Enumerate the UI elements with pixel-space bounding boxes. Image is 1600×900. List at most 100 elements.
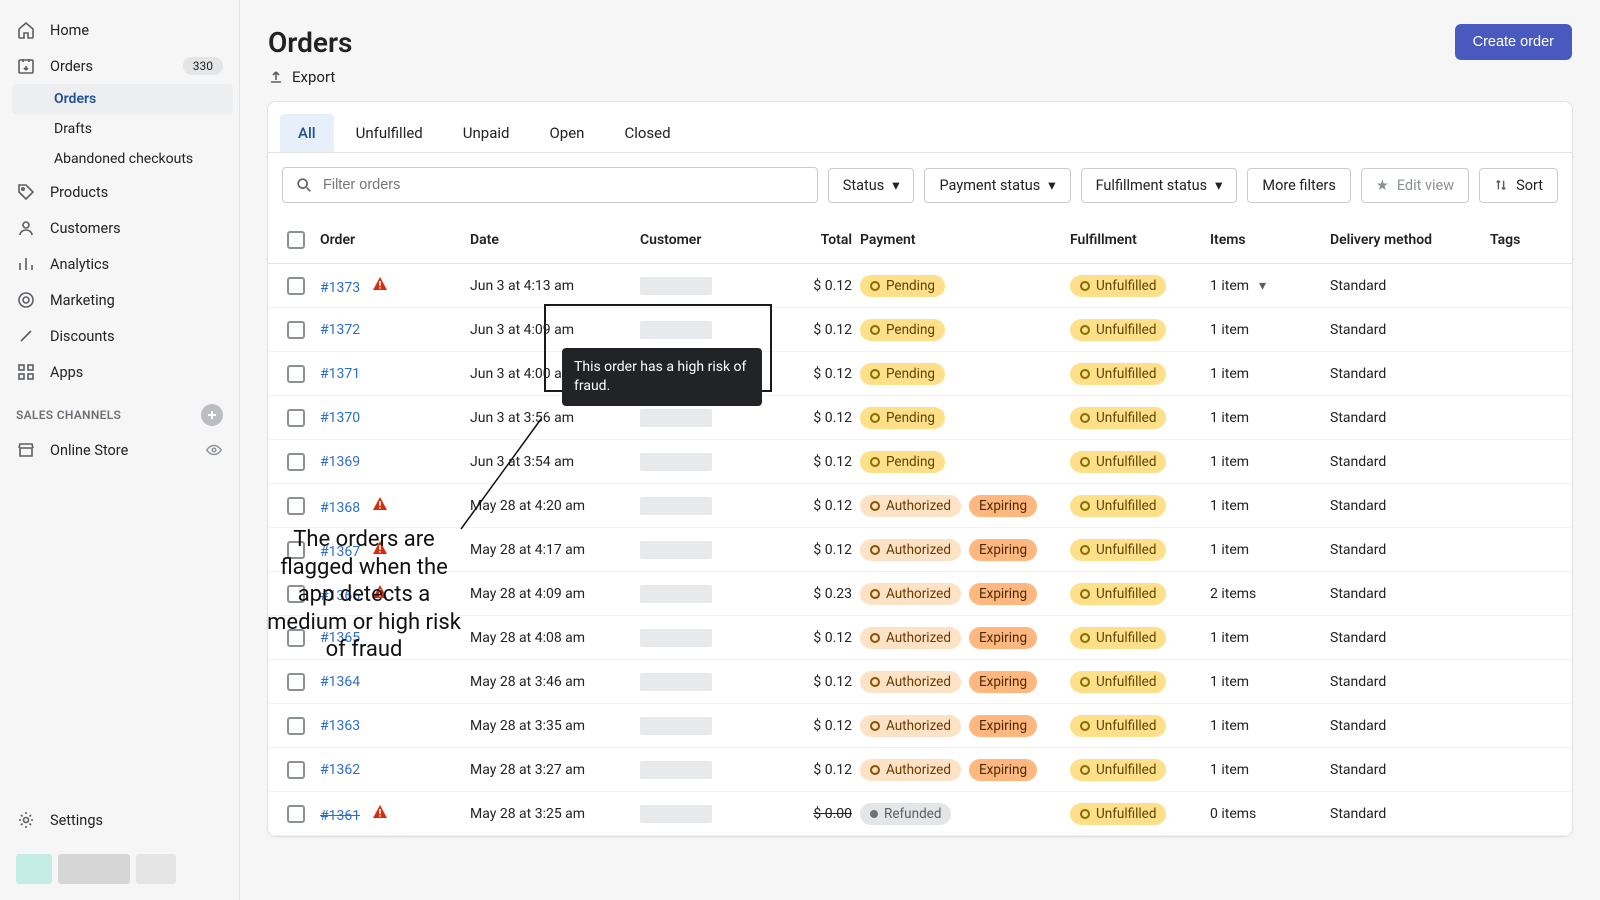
add-channel-button[interactable] [201, 404, 223, 426]
row-checkbox[interactable] [287, 409, 305, 427]
expiring-badge: Expiring [969, 539, 1037, 561]
filter-fulfillment-status[interactable]: Fulfillment status▾ [1081, 168, 1238, 203]
subnav-abandoned[interactable]: Abandoned checkouts [6, 144, 239, 174]
fulfillment-badge: Unfulfilled [1070, 583, 1166, 605]
fraud-warning-icon[interactable] [372, 276, 388, 292]
tab-unfulfilled[interactable]: Unfulfilled [338, 114, 441, 152]
analytics-icon [16, 254, 36, 274]
payment-badge: Authorized [860, 759, 961, 781]
table-row[interactable]: #1364May 28 at 3:46 am$ 0.12AuthorizedEx… [268, 660, 1572, 704]
nav-customers[interactable]: Customers [0, 210, 239, 246]
tab-all[interactable]: All [280, 114, 334, 152]
orders-icon [16, 56, 36, 76]
table-header: Order Date Customer Total Payment Fulfil… [268, 217, 1572, 264]
edit-view-button[interactable]: ★Edit view [1361, 168, 1469, 203]
nav-online-store[interactable]: Online Store [0, 432, 239, 468]
payment-badge: Authorized [860, 627, 961, 649]
items-count: 1 item [1210, 278, 1249, 294]
expiring-badge: Expiring [969, 627, 1037, 649]
table-row[interactable]: #1368May 28 at 4:20 am$ 0.12AuthorizedEx… [268, 484, 1572, 528]
items-count: 1 item [1210, 454, 1249, 470]
subnav-orders[interactable]: Orders [12, 84, 233, 114]
nav-orders[interactable]: Orders 330 [0, 48, 239, 84]
table-row[interactable]: #1363May 28 at 3:35 am$ 0.12AuthorizedEx… [268, 704, 1572, 748]
table-row[interactable]: #1370Jun 3 at 3:56 am$ 0.12PendingUnfulf… [268, 396, 1572, 440]
customer-placeholder [640, 409, 712, 427]
table-row[interactable]: #1371Jun 3 at 4:00 am$ 0.12PendingUnfulf… [268, 352, 1572, 396]
fraud-warning-icon[interactable] [372, 496, 388, 512]
fraud-tooltip: This order has a high risk of fraud. [562, 348, 762, 406]
nav-marketing[interactable]: Marketing [0, 282, 239, 318]
nav-apps[interactable]: Apps [0, 354, 239, 390]
chevron-down-icon: ▾ [892, 177, 899, 194]
select-all-checkbox[interactable] [287, 231, 305, 249]
order-link[interactable]: #1364 [320, 674, 360, 690]
col-date: Date [470, 232, 640, 248]
items-count: 1 item [1210, 322, 1249, 338]
date-cell: May 28 at 4:08 am [470, 630, 640, 646]
order-link[interactable]: #1370 [320, 410, 360, 426]
order-link[interactable]: #1372 [320, 322, 360, 338]
total-cell: $ 0.12 [780, 498, 860, 514]
order-link[interactable]: #1362 [320, 762, 360, 778]
home-icon [16, 20, 36, 40]
date-cell: Jun 3 at 4:09 am [470, 322, 640, 338]
tabs: All Unfulfilled Unpaid Open Closed [268, 102, 1572, 153]
table-row[interactable]: #1369Jun 3 at 3:54 am$ 0.12PendingUnfulf… [268, 440, 1572, 484]
order-link[interactable]: #1363 [320, 718, 360, 734]
order-link[interactable]: #1368 [320, 500, 360, 516]
tab-unpaid[interactable]: Unpaid [445, 114, 528, 152]
row-checkbox[interactable] [287, 717, 305, 735]
payment-badge: Authorized [860, 671, 961, 693]
create-order-button[interactable]: Create order [1455, 24, 1572, 60]
items-expand-icon[interactable]: ▾ [1259, 278, 1266, 294]
export-button[interactable]: Export [268, 64, 1572, 102]
order-link[interactable]: #1373 [320, 280, 360, 296]
customer-placeholder [640, 673, 712, 691]
fraud-warning-icon[interactable] [372, 804, 388, 820]
search-box[interactable] [282, 167, 818, 203]
total-cell: $ 0.12 [780, 322, 860, 338]
more-filters-button[interactable]: More filters [1247, 168, 1350, 203]
nav-products[interactable]: Products [0, 174, 239, 210]
order-link[interactable]: #1369 [320, 454, 360, 470]
order-link[interactable]: #1361 [320, 808, 360, 824]
col-items: Items [1210, 232, 1330, 248]
table-row[interactable]: #1373Jun 3 at 4:13 am$ 0.12PendingUnfulf… [268, 264, 1572, 308]
subnav-drafts[interactable]: Drafts [6, 114, 239, 144]
row-checkbox[interactable] [287, 761, 305, 779]
filter-status[interactable]: Status▾ [828, 168, 915, 203]
tab-open[interactable]: Open [531, 114, 602, 152]
table-row[interactable]: #1362May 28 at 3:27 am$ 0.12AuthorizedEx… [268, 748, 1572, 792]
order-link[interactable]: #1371 [320, 366, 360, 382]
row-checkbox[interactable] [287, 277, 305, 295]
row-checkbox[interactable] [287, 497, 305, 515]
orders-badge: 330 [183, 57, 223, 75]
nav-settings[interactable]: Settings [0, 802, 239, 838]
table-row[interactable]: #1361May 28 at 3:25 am$ 0.00RefundedUnfu… [268, 792, 1572, 836]
nav-analytics[interactable]: Analytics [0, 246, 239, 282]
row-checkbox[interactable] [287, 365, 305, 383]
tab-closed[interactable]: Closed [606, 114, 688, 152]
row-checkbox[interactable] [287, 673, 305, 691]
row-checkbox[interactable] [287, 321, 305, 339]
items-count: 1 item [1210, 762, 1249, 778]
fulfillment-badge: Unfulfilled [1070, 627, 1166, 649]
nav-discounts[interactable]: Discounts [0, 318, 239, 354]
search-input[interactable] [323, 177, 805, 193]
customer-placeholder [640, 453, 712, 471]
nav-home[interactable]: Home [0, 12, 239, 48]
total-cell: $ 0.12 [780, 410, 860, 426]
col-customer: Customer [640, 232, 780, 248]
total-cell: $ 0.12 [780, 674, 860, 690]
row-checkbox[interactable] [287, 453, 305, 471]
row-checkbox[interactable] [287, 805, 305, 823]
nav-home-label: Home [50, 22, 89, 39]
view-store-icon[interactable] [205, 441, 223, 459]
payment-badge: Pending [860, 275, 945, 297]
delivery-cell: Standard [1330, 762, 1490, 778]
customer-placeholder [640, 585, 712, 603]
table-row[interactable]: #1372Jun 3 at 4:09 am$ 0.12PendingUnfulf… [268, 308, 1572, 352]
filter-payment-status[interactable]: Payment status▾ [924, 168, 1070, 203]
sort-button[interactable]: Sort [1479, 168, 1558, 203]
